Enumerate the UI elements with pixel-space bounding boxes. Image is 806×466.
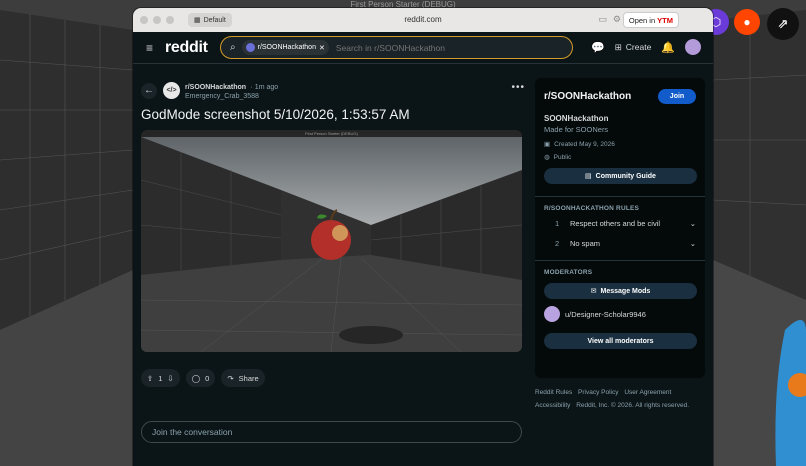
chevron-down-icon: ⌄ (689, 219, 696, 228)
post-actions: ⇧ 1 ⇩ ◯ 0 ↷ Share (141, 369, 525, 387)
vote-count: 1 (158, 373, 163, 383)
chevron-down-icon: ⌄ (689, 239, 696, 248)
post-author-link[interactable]: Emergency_Crab_3588 (185, 92, 278, 101)
menu-icon[interactable]: ≡ (146, 42, 157, 54)
community-guide-button[interactable]: ▤ Community Guide (544, 168, 697, 184)
community-sidebar: r/SOONHackathon Join SOONHackathon Made … (535, 78, 705, 378)
minimize-window-dot[interactable] (153, 16, 161, 24)
divider (535, 196, 705, 197)
reddit-logo[interactable]: reddit (165, 39, 208, 57)
search-bar[interactable]: ⌕ r/SOONHackathon ✕ (220, 36, 573, 59)
browser-toolbar: ▦ Default reddit.com ▭ ⚙ Open in YTM (133, 8, 713, 32)
create-button[interactable]: ⊞ Create (615, 42, 652, 53)
notifications-bell-icon[interactable]: 🔔 (661, 41, 675, 54)
extension-arrow-button[interactable]: ⇗ (767, 8, 799, 40)
moderator-item[interactable]: u/Designer-Scholar9946 (535, 306, 705, 322)
community-search-chip[interactable]: r/SOONHackathon ✕ (241, 40, 329, 55)
post-meta: ← </> r/SOONHackathon · 1m ago Emergency… (141, 80, 525, 101)
message-mods-button[interactable]: ✉ Message Mods (544, 283, 697, 299)
community-name: SOONHackathon (544, 114, 609, 123)
user-avatar[interactable] (685, 39, 701, 55)
cake-icon: ▣ (544, 141, 551, 148)
moderators-heading: MODERATORS (544, 269, 593, 276)
close-window-dot[interactable] (140, 16, 148, 24)
window-controls (140, 16, 174, 24)
upvote-icon[interactable]: ⇧ (147, 374, 153, 383)
divider (535, 260, 705, 261)
open-in-app-button[interactable]: Open in YTM (622, 12, 679, 28)
back-arrow-icon[interactable]: ← (141, 82, 157, 99)
reddit-footer: Reddit Rules Privacy Policy User Agreeme… (535, 386, 710, 412)
extensions-icon[interactable]: ⚙ (613, 14, 621, 25)
post-container: ← </> r/SOONHackathon · 1m ago Emergency… (141, 80, 525, 443)
comment-input[interactable]: Join the conversation (141, 421, 522, 443)
extension-reddit-button[interactable]: ● (734, 9, 760, 35)
reddit-header: ≡ reddit ⌕ r/SOONHackathon ✕ 💬 ⊞ Create … (133, 32, 713, 64)
search-icon: ⌕ (230, 42, 236, 53)
profile-chip[interactable]: ▦ Default (188, 13, 232, 27)
rule-item[interactable]: 2 No spam ⌄ (535, 239, 705, 248)
embedded-window-caption: First Person Starter (DEBUG) (305, 131, 358, 136)
book-icon: ▤ (585, 173, 592, 180)
community-created: ▣ Created May 9, 2026 (544, 140, 615, 149)
plus-icon: ⊞ (614, 41, 622, 52)
comments-button[interactable]: ◯ 0 (185, 369, 216, 387)
footer-link-accessibility[interactable]: Accessibility (535, 402, 570, 409)
sidebar-community-title[interactable]: r/SOONHackathon (544, 91, 631, 102)
community-description: Made for SOONers (544, 125, 609, 134)
comment-icon: ◯ (191, 373, 201, 383)
search-input[interactable] (335, 42, 556, 53)
profile-icon: ▦ (194, 17, 201, 24)
vote-control: ⇧ 1 ⇩ (141, 369, 180, 387)
downvote-icon[interactable]: ⇩ (167, 374, 173, 383)
share-icon: ↷ (227, 373, 234, 383)
rule-item[interactable]: 1 Respect others and be civil ⌄ (535, 219, 705, 228)
post-subreddit-link[interactable]: r/SOONHackathon (185, 84, 246, 91)
chat-icon[interactable]: 💬 (591, 41, 605, 54)
post-image[interactable]: First Person Starter (DEBUG) (141, 130, 522, 352)
subreddit-icon[interactable]: </> (163, 82, 180, 99)
moderator-avatar (544, 306, 560, 322)
footer-link-rules[interactable]: Reddit Rules (535, 389, 572, 396)
footer-copyright: Reddit, Inc. © 2026. All rights reserved… (576, 402, 690, 409)
community-avatar-icon (245, 43, 255, 52)
community-visibility: ◍ Public (544, 153, 572, 162)
post-time: · 1m ago (250, 84, 279, 91)
browser-window: ▦ Default reddit.com ▭ ⚙ Open in YTM ≡ r… (133, 8, 713, 466)
chip-close-icon[interactable]: ✕ (319, 44, 325, 52)
post-title: GodMode screenshot 5/10/2026, 1:53:57 AM (141, 107, 410, 122)
join-button[interactable]: Join (658, 89, 696, 104)
rules-heading: R/SOONHACKATHON RULES (544, 205, 640, 212)
maximize-window-dot[interactable] (166, 16, 174, 24)
reader-icon[interactable]: ▭ (598, 14, 607, 25)
screenshot-image: First Person Starter (DEBUG) (141, 130, 522, 352)
footer-link-privacy[interactable]: Privacy Policy (578, 389, 618, 396)
footer-link-agreement[interactable]: User Agreement (624, 389, 671, 396)
view-all-moderators-button[interactable]: View all moderators (544, 333, 697, 349)
globe-icon: ◍ (544, 154, 550, 161)
comment-count: 0 (205, 373, 210, 383)
more-options-icon[interactable]: ••• (511, 82, 525, 93)
share-button[interactable]: ↷ Share (221, 369, 265, 387)
mail-icon: ✉ (590, 288, 597, 295)
